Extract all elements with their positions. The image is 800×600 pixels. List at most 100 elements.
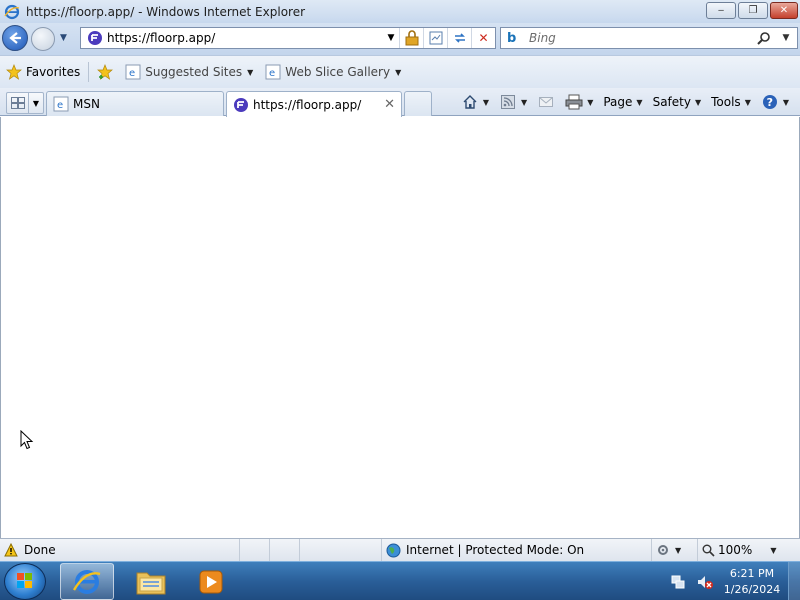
chevron-down-icon[interactable]: ▼ <box>483 98 489 107</box>
suggested-sites-link[interactable]: e Suggested Sites ▼ <box>119 61 259 83</box>
taskbar-windows-explorer[interactable] <box>124 563 178 600</box>
home-button[interactable]: ▼ <box>456 91 494 113</box>
security-lock-icon[interactable] <box>399 28 423 48</box>
help-button[interactable]: ? ▼ <box>756 91 794 113</box>
suggested-sites-label: Suggested Sites <box>145 65 243 79</box>
back-arrow-icon <box>9 32 21 44</box>
close-window-button[interactable]: ✕ <box>770 2 798 19</box>
search-icon[interactable] <box>753 31 775 45</box>
windows-logo-icon <box>17 573 32 588</box>
search-box[interactable]: b Bing ▼ <box>500 27 798 49</box>
page-menu-label: Page <box>603 95 633 109</box>
status-segment <box>240 538 270 562</box>
restore-icon: ❐ <box>748 5 758 16</box>
clock-date: 1/26/2024 <box>723 582 781 596</box>
close-icon: ✕ <box>779 5 789 16</box>
clock[interactable]: 6:21 PM 1/26/2024 <box>720 566 784 598</box>
ie-page-icon: e <box>265 64 281 80</box>
folder-icon <box>136 572 166 594</box>
taskbar: 6:21 PM 1/26/2024 <box>0 561 800 600</box>
status-message: Done <box>0 538 240 562</box>
address-dropdown-icon[interactable]: ▼ <box>383 28 399 48</box>
tab-label: https://floorp.app/ <box>253 97 362 112</box>
chevron-down-icon: ▼ <box>770 545 777 555</box>
floorp-favicon-icon <box>234 97 248 112</box>
tools-menu-label: Tools <box>711 95 741 109</box>
chevron-down-icon: ▼ <box>395 67 402 77</box>
tab-list-dropdown[interactable]: ▼ <box>29 99 43 108</box>
zoom-control[interactable]: 100% ▼ <box>698 539 794 562</box>
compatibility-view-icon[interactable] <box>423 28 447 48</box>
taskbar-internet-explorer[interactable] <box>60 563 114 600</box>
quick-tabs-grid-icon <box>7 93 29 113</box>
taskbar-media-player[interactable] <box>184 563 238 600</box>
show-desktop-button[interactable] <box>788 562 800 600</box>
star-icon <box>6 64 22 80</box>
close-tab-icon[interactable]: ✕ <box>384 97 395 112</box>
tab-row: ▼ e MSN https://floorp.app/ ✕ ▼ ▼ ▼ Page… <box>0 88 800 117</box>
mail-icon <box>537 93 555 111</box>
favorites-bar: Favorites e Suggested Sites ▼ e Web Slic… <box>0 55 800 88</box>
svg-text:e: e <box>57 100 63 111</box>
add-favorite-star-icon <box>97 64 114 80</box>
read-mail-button[interactable] <box>532 91 560 113</box>
restore-button[interactable]: ❐ <box>738 2 768 19</box>
ie-logo-icon <box>4 4 20 19</box>
web-slice-gallery-link[interactable]: e Web Slice Gallery ▼ <box>259 61 407 83</box>
navigation-bar: ▼ https://floorp.app/ ▼ ✕ b Bing ▼ <box>0 23 800 55</box>
ie-logo-icon <box>72 569 101 594</box>
status-segment <box>300 538 382 562</box>
volume-muted-icon[interactable] <box>696 573 714 591</box>
url-text[interactable]: https://floorp.app/ <box>107 31 383 45</box>
settings-icon <box>658 545 668 555</box>
feeds-button[interactable]: ▼ <box>494 91 532 113</box>
help-icon: ? <box>761 93 779 111</box>
chevron-down-icon: ▼ <box>694 97 702 107</box>
security-zone[interactable]: Internet | Protected Mode: On <box>382 538 652 562</box>
search-options-dropdown[interactable]: ▼ <box>775 33 797 43</box>
forward-button[interactable] <box>31 27 55 51</box>
favorites-label: Favorites <box>26 65 81 79</box>
add-to-favorites-bar-button[interactable] <box>91 61 119 83</box>
floorp-favicon-icon <box>88 31 102 45</box>
ie-page-icon: e <box>125 64 141 80</box>
chevron-down-icon[interactable]: ▼ <box>521 98 527 107</box>
safety-menu-label: Safety <box>652 95 691 109</box>
favorites-button[interactable]: Favorites <box>0 61 86 83</box>
clock-time: 6:21 PM <box>729 566 775 580</box>
refresh-icon[interactable] <box>447 28 471 48</box>
chevron-down-icon[interactable]: ▼ <box>587 98 593 107</box>
tools-menu-button[interactable]: Tools ▼ <box>706 91 756 113</box>
status-segment <box>270 538 300 562</box>
zone-text: Internet | Protected Mode: On <box>406 543 585 557</box>
safety-menu-button[interactable]: Safety ▼ <box>648 91 707 113</box>
network-icon[interactable] <box>670 573 688 591</box>
media-player-icon <box>199 570 223 593</box>
status-bar: Done Internet | Protected Mode: On ▼ 100… <box>0 538 800 562</box>
rss-feed-icon <box>499 93 517 111</box>
tab-msn[interactable]: e MSN <box>46 91 224 116</box>
chevron-down-icon: ▼ <box>782 97 789 107</box>
address-bar[interactable]: https://floorp.app/ ▼ ✕ <box>80 27 496 49</box>
page-content[interactable] <box>0 117 800 538</box>
tab-label: MSN <box>73 97 100 111</box>
print-button[interactable]: ▼ <box>560 91 598 113</box>
zoom-text: 100% <box>718 543 753 557</box>
quick-tabs-button[interactable]: ▼ <box>6 92 44 114</box>
chevron-down-icon: ▼ <box>675 545 682 555</box>
back-button[interactable] <box>2 25 28 51</box>
recent-pages-dropdown[interactable]: ▼ <box>60 33 67 43</box>
protected-mode-settings[interactable]: ▼ <box>652 538 698 562</box>
svg-text:e: e <box>269 68 275 79</box>
tab-floorp[interactable]: https://floorp.app/ ✕ <box>226 91 402 117</box>
stop-icon[interactable]: ✕ <box>471 28 495 48</box>
printer-icon <box>565 93 583 111</box>
minimize-icon: ‒ <box>717 5 725 16</box>
start-button[interactable] <box>4 563 46 600</box>
page-menu-button[interactable]: Page ▼ <box>598 91 647 113</box>
bing-logo-icon: b <box>507 30 517 46</box>
minimize-button[interactable]: ‒ <box>706 2 736 19</box>
new-tab-button[interactable] <box>404 91 432 116</box>
search-placeholder[interactable]: Bing <box>529 31 753 45</box>
chevron-down-icon: ▼ <box>636 97 643 107</box>
